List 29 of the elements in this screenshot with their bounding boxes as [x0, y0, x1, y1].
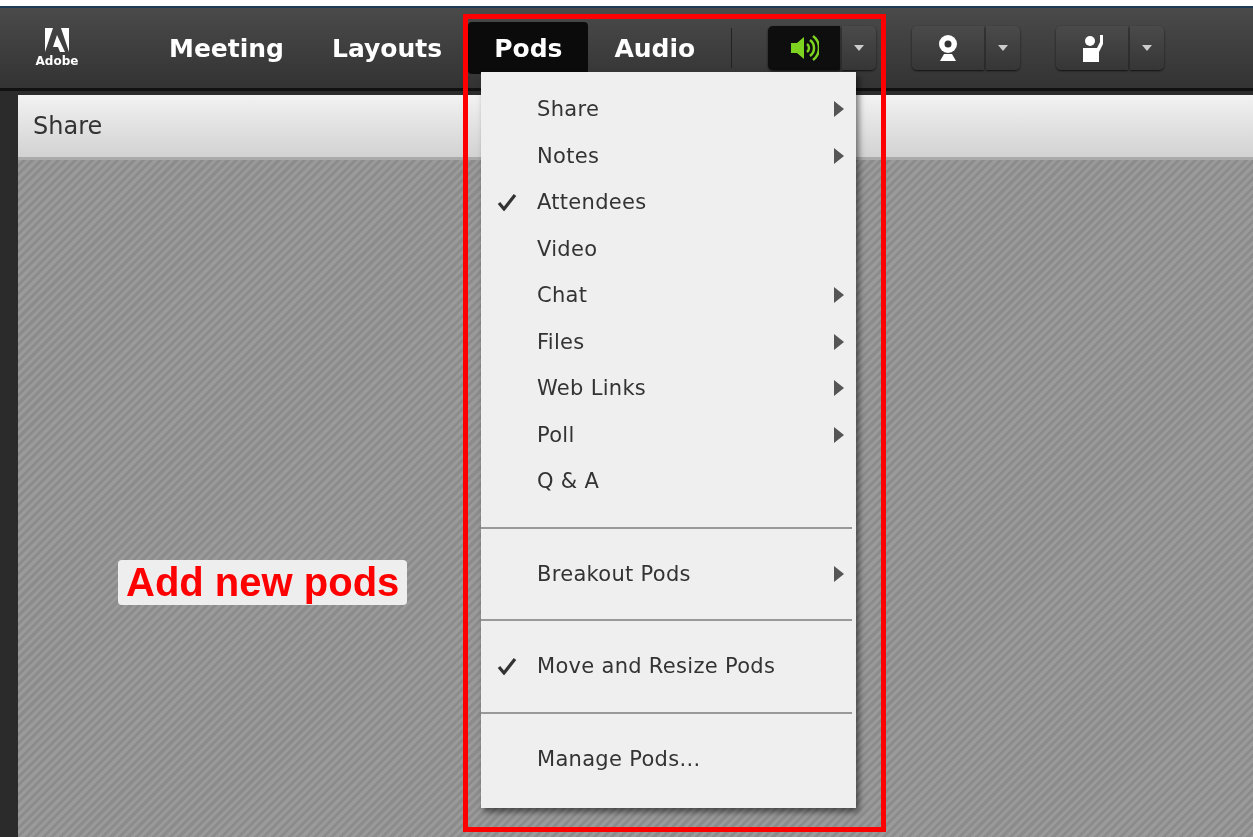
menu-option[interactable]: Breakout Pods [481, 550, 856, 597]
menu-option[interactable]: Q & A [481, 458, 856, 505]
menu-option[interactable]: Attendees [481, 179, 856, 226]
caret-icon [1142, 45, 1153, 51]
dropdown-button[interactable] [1130, 26, 1165, 70]
menu-option[interactable]: Web Links [481, 365, 856, 412]
menu-option[interactable]: Files [481, 318, 856, 365]
caret-icon [998, 45, 1009, 51]
dropdown-button[interactable] [986, 26, 1021, 70]
menu-item[interactable]: Layouts [310, 22, 465, 74]
raise-hand-button[interactable] [1056, 26, 1129, 70]
speaker-icon [789, 34, 820, 62]
dropdown-button[interactable] [842, 26, 877, 70]
menu-option[interactable]: Poll [481, 411, 856, 458]
menu-option[interactable]: Chat [481, 272, 856, 319]
menu-option[interactable]: Move and Resize Pods [481, 643, 856, 690]
caret-icon [854, 45, 865, 51]
menu-item[interactable]: Pods [468, 22, 589, 74]
speaker-button[interactable] [768, 26, 841, 70]
annotation-text: Add new pods [118, 560, 408, 605]
menu-item[interactable]: Audio [592, 22, 718, 74]
adobe-logo: Adobe [22, 28, 92, 68]
menu-item[interactable]: Meeting [147, 22, 306, 74]
webcam-button[interactable] [912, 26, 985, 70]
menu-option[interactable]: Share [481, 86, 856, 133]
pod-title: Share [33, 112, 103, 140]
menu-option[interactable]: Notes [481, 132, 856, 179]
menu-option[interactable]: Video [481, 225, 856, 272]
menu-option[interactable]: Manage Pods... [481, 735, 856, 782]
